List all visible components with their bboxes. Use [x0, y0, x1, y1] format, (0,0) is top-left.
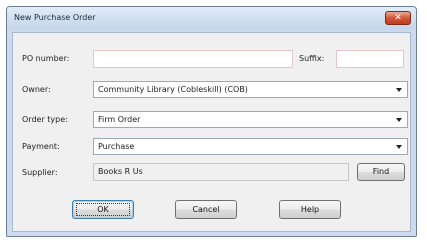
suffix-input[interactable]: [336, 50, 404, 68]
title-bar[interactable]: New Purchase Order ✕: [7, 7, 416, 30]
suffix-label: Suffix:: [299, 54, 325, 63]
help-button[interactable]: Help: [279, 200, 341, 219]
order-type-label: Order type:: [22, 115, 68, 124]
chevron-down-icon: [396, 118, 402, 122]
payment-select[interactable]: Purchase: [93, 138, 408, 155]
find-button[interactable]: Find: [357, 163, 405, 181]
owner-label: Owner:: [22, 85, 51, 94]
owner-select[interactable]: Community Library (Cobleskill) (COB): [93, 81, 408, 98]
payment-value: Purchase: [98, 142, 135, 151]
dialog-body: PO number: Suffix: Owner: Community Libr…: [12, 32, 411, 232]
ok-button[interactable]: OK: [72, 200, 134, 219]
dialog-window: New Purchase Order ✕ PO number: Suffix: …: [6, 6, 417, 237]
order-type-select[interactable]: Firm Order: [93, 111, 408, 128]
chevron-down-icon: [396, 88, 402, 92]
owner-value: Community Library (Cobleskill) (COB): [98, 85, 248, 94]
po-number-label: PO number:: [22, 54, 70, 63]
supplier-field: Books R Us: [93, 163, 349, 181]
order-type-value: Firm Order: [98, 115, 141, 124]
po-number-input[interactable]: [93, 50, 293, 68]
focus-rectangle: [76, 203, 130, 216]
close-icon: ✕: [394, 13, 402, 23]
payment-label: Payment:: [22, 142, 60, 151]
cancel-button[interactable]: Cancel: [175, 200, 237, 219]
supplier-label: Supplier:: [22, 168, 58, 177]
chevron-down-icon: [396, 145, 402, 149]
window-title: New Purchase Order: [14, 13, 96, 22]
close-button[interactable]: ✕: [385, 11, 411, 25]
